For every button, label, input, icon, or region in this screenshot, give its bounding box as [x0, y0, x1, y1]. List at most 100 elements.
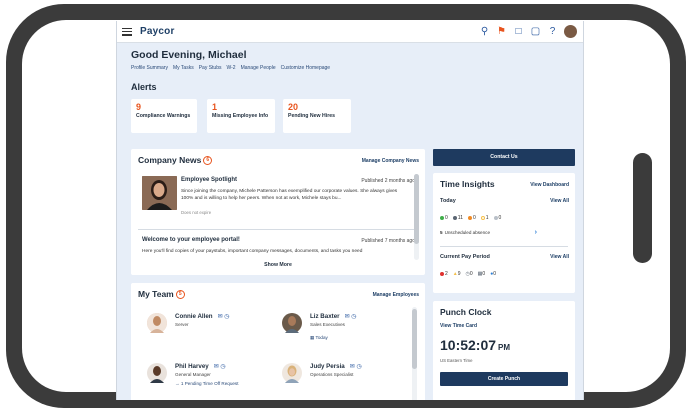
manage-employees-link[interactable]: Manage Employees — [373, 292, 419, 298]
member-name: Judy Persia ✉ ◷ — [310, 363, 362, 370]
time-insights-card: Time Insights View Dashboard Today View … — [433, 173, 575, 293]
news-divider — [138, 229, 414, 230]
mail-icon[interactable]: ✉ — [345, 314, 350, 320]
spotlight-title[interactable]: Employee Spotlight — [181, 177, 237, 183]
stat-missed-punch[interactable]: 2 — [440, 271, 448, 277]
message-icon[interactable]: ▢ — [530, 26, 541, 37]
link-profile-summary[interactable]: Profile Summary — [131, 65, 168, 71]
link-pay-stubs[interactable]: Pay Stubs — [199, 65, 222, 71]
menu-icon[interactable] — [122, 27, 132, 36]
member-avatar — [147, 313, 167, 333]
link-w2[interactable]: W-2 — [227, 65, 236, 71]
stat-off[interactable]: 0 — [493, 215, 501, 221]
spotlight-time: Published 2 months ago — [361, 178, 415, 184]
alert-label: Pending New Hires — [288, 113, 335, 119]
my-team-title: My Team 5 — [138, 289, 185, 300]
arrow-icon: → — [175, 381, 180, 386]
member-name: Phil Harvey ✉ ◷ — [175, 363, 226, 370]
member-name: Liz Baxter ✉ ◷ — [310, 313, 357, 320]
spotlight-photo — [142, 176, 177, 210]
stat-timecards[interactable]: ▦0 — [478, 271, 486, 277]
link-customize-homepage[interactable]: Customize Homepage — [281, 65, 330, 71]
paycor-logo[interactable]: Paycor — [140, 26, 175, 37]
company-news-card: Company News 6 Manage Company News Employ… — [131, 149, 425, 275]
alert-missing-info[interactable]: 1 Missing Employee Info — [207, 99, 275, 133]
team-scrollbar[interactable] — [412, 307, 417, 400]
view-dashboard-link[interactable]: View Dashboard — [530, 182, 569, 188]
create-punch-button[interactable]: Create Punch — [440, 372, 568, 386]
chevron-right-icon[interactable]: › — [535, 229, 537, 236]
member-status[interactable]: → 1 Pending Time Off Request — [175, 381, 239, 386]
stat-punches[interactable]: ◷0 — [466, 271, 473, 277]
welcome-body: Here you'll find copies of your paystubs… — [142, 249, 363, 254]
view-all-today-link[interactable]: View All — [550, 198, 569, 204]
bell-icon[interactable]: ⚑ — [496, 26, 507, 37]
mail-icon[interactable]: ✉ — [218, 314, 223, 320]
spotlight-expire: Does not expire — [181, 210, 212, 215]
pay-period-label: Current Pay Period — [440, 254, 490, 260]
search-icon[interactable]: ⚲ — [479, 26, 490, 37]
mail-icon[interactable]: ✉ — [214, 364, 219, 370]
time-zone: US Eastern Time — [440, 358, 473, 363]
punch-clock-title: Punch Clock — [440, 307, 492, 317]
member-role: Operations Specialist — [310, 372, 354, 377]
clock-icon[interactable]: ◷ — [356, 364, 361, 370]
news-scrollbar[interactable] — [414, 174, 419, 260]
view-time-card-link[interactable]: View Time Card — [440, 323, 477, 329]
my-team-card: My Team 5 Manage Employees Connie Allen ✉ … — [131, 283, 425, 400]
stat-scheduled[interactable]: 11 — [452, 215, 463, 221]
news-count-badge: 6 — [203, 156, 213, 166]
mail-icon[interactable]: ✉ — [350, 364, 355, 370]
link-my-tasks[interactable]: My Tasks — [173, 65, 194, 71]
stat-location[interactable]: ●0 — [490, 271, 496, 277]
period-stats: 2 ▲9 ◷0 ▦0 ●0 — [440, 271, 496, 277]
team-count-badge: 5 — [175, 290, 185, 300]
member-avatar — [282, 313, 302, 333]
top-bar: Paycor ⚲ ⚑ □ ▢ ? — [117, 21, 583, 43]
member-role: Sales Executives — [310, 322, 345, 327]
clock-icon[interactable]: ◷ — [220, 364, 225, 370]
alert-new-hires[interactable]: 20 Pending New Hires — [283, 99, 351, 133]
alert-count: 9 — [136, 102, 142, 112]
punch-clock-card: Punch Clock View Time Card 10:52:07 PM US… — [433, 301, 575, 400]
alert-compliance[interactable]: 9 Compliance Warnings — [131, 99, 197, 133]
show-more-button[interactable]: Show More — [131, 262, 425, 268]
clock-icon[interactable]: ◷ — [351, 314, 356, 320]
stat-pending[interactable]: 1 — [480, 215, 489, 221]
member-avatar — [282, 363, 302, 383]
welcome-time: Published 7 months ago — [361, 238, 415, 244]
manage-company-news-link[interactable]: Manage Company News — [362, 158, 419, 164]
alerts-title: Alerts — [131, 82, 157, 92]
time-insights-title: Time Insights — [440, 179, 495, 189]
quick-links: Profile Summary My Tasks Pay Stubs W-2 M… — [131, 65, 330, 71]
member-name: Connie Allen ✉ ◷ — [175, 313, 230, 320]
greeting: Good Evening, Michael — [131, 49, 247, 61]
today-label: Today — [440, 198, 456, 204]
clock-time: 10:52:07 PM — [440, 337, 511, 353]
chat-icon[interactable]: □ — [513, 26, 524, 37]
help-icon[interactable]: ? — [547, 26, 558, 37]
stat-present[interactable]: 0 — [440, 215, 448, 221]
link-manage-people[interactable]: Manage People — [241, 65, 276, 71]
company-news-title: Company News 6 — [138, 155, 213, 166]
top-icons: ⚲ ⚑ □ ▢ ? — [479, 25, 577, 38]
user-avatar[interactable] — [564, 25, 577, 38]
clock-icon[interactable]: ◷ — [224, 314, 229, 320]
alert-label: Compliance Warnings — [136, 113, 191, 119]
tablet-home-button — [633, 153, 652, 263]
app-screen: Paycor ⚲ ⚑ □ ▢ ? Good Evening, Michael P… — [116, 21, 584, 400]
spotlight-body: Since joining the company, Michele Patte… — [181, 189, 398, 201]
stat-late[interactable]: 0 — [467, 215, 476, 221]
contact-us-button[interactable]: Contact Us — [433, 149, 575, 166]
calendar-icon: ▦ — [310, 335, 315, 340]
member-status: ▦ Today — [310, 335, 328, 340]
today-stats: 0 11 0 1 0 — [440, 215, 501, 221]
member-role: Server — [175, 322, 189, 327]
stat-warning[interactable]: ▲9 — [453, 271, 461, 277]
member-role: General Manager — [175, 372, 211, 377]
alert-label: Missing Employee Info — [212, 113, 269, 119]
unscheduled-absence[interactable]: 5 Unscheduled absence — [440, 230, 490, 235]
view-all-period-link[interactable]: View All — [550, 254, 569, 260]
welcome-title[interactable]: Welcome to your employee portal! — [142, 237, 240, 243]
alert-count: 1 — [212, 102, 218, 112]
